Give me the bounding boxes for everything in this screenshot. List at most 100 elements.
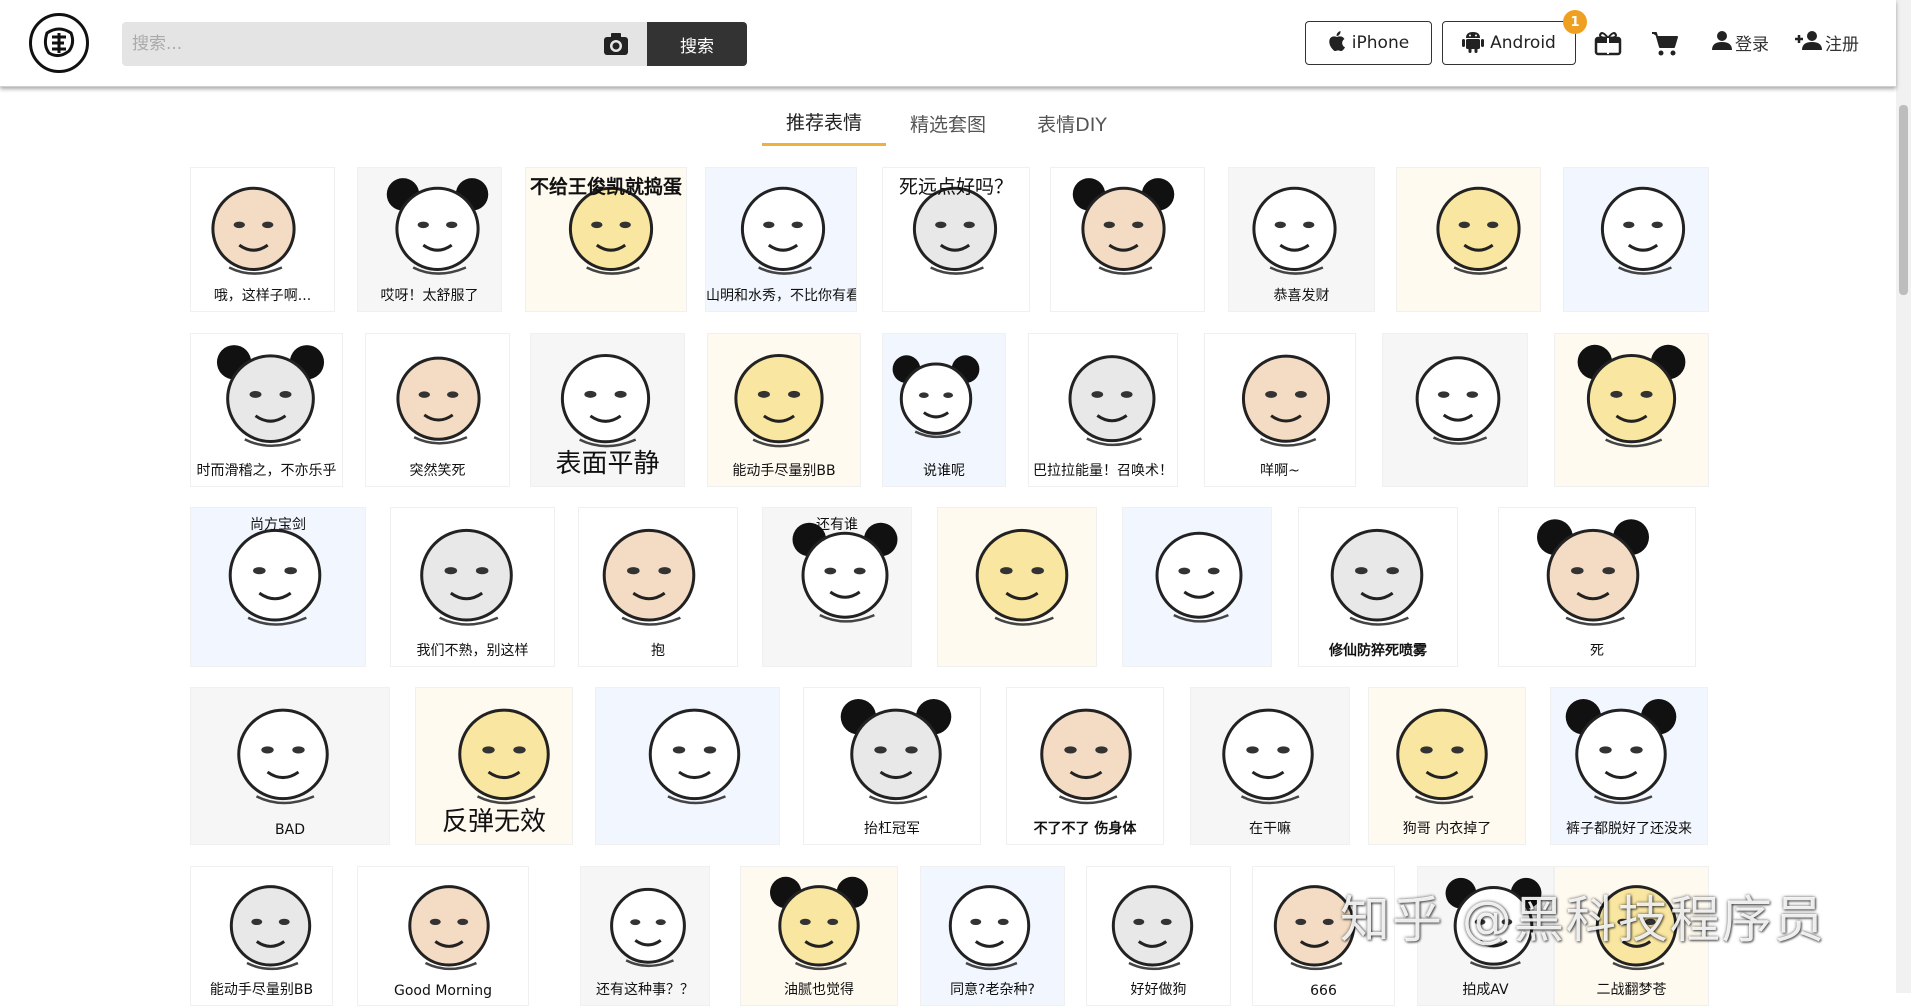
sticker-caption: 表面平静	[555, 449, 660, 479]
sticker-caption: 恭喜发财	[1273, 288, 1330, 304]
notification-badge: 1	[1563, 10, 1587, 34]
sticker-tile[interactable]: 山明和水秀，不比你有看头	[705, 167, 857, 312]
sticker-tile[interactable]	[1396, 167, 1541, 312]
sticker-caption: 哦，这样子啊...	[213, 288, 312, 304]
sticker-tile[interactable]: 突然笑死	[365, 333, 510, 487]
iphone-label: iPhone	[1351, 33, 1410, 53]
top-header: 搜索 iPhone Android 1	[0, 0, 1896, 87]
scrollbar[interactable]	[1896, 0, 1911, 993]
tab-diy[interactable]: 表情DIY	[1010, 100, 1134, 146]
sticker-caption: 拍成AV	[1462, 982, 1509, 998]
sticker-tile[interactable]: 反弹无效	[415, 687, 573, 845]
sticker-caption: 抱	[651, 643, 665, 659]
register-label: 注册	[1825, 35, 1859, 55]
sticker-caption: 在干嘛	[1249, 821, 1291, 837]
sticker-tile[interactable]: 还有谁	[762, 507, 912, 667]
sticker-tile[interactable]: 好好做狗	[1086, 866, 1231, 1006]
sticker-caption: 能动手尽量别BB	[209, 982, 314, 998]
add-user-icon	[1794, 30, 1822, 55]
sticker-tile[interactable]: 说谁呢	[882, 333, 1006, 487]
sticker-tile[interactable]: 同意?老杂种?	[920, 866, 1065, 1006]
android-label: Android	[1490, 33, 1556, 53]
tab-selected-sets[interactable]: 精选套图	[886, 100, 1010, 146]
sticker-tile[interactable]	[1382, 333, 1528, 487]
gift-box-icon[interactable]	[1594, 30, 1622, 60]
register-link[interactable]: 注册	[1794, 30, 1859, 55]
apple-icon	[1328, 30, 1346, 56]
sticker-tile[interactable]: 能动手尽量别BB	[707, 333, 861, 487]
sticker-caption: 咩啊~	[1260, 463, 1300, 479]
sticker-tile[interactable]: 哎呀！太舒服了	[357, 167, 502, 312]
sticker-tile[interactable]: 在干嘛	[1190, 687, 1350, 845]
sticker-tile[interactable]: 裤子都脱好了还没来	[1550, 687, 1708, 845]
sticker-caption: 巴拉拉能量！召唤术！	[1033, 463, 1173, 479]
sticker-tile[interactable]	[1050, 167, 1205, 312]
sticker-caption: 裤子都脱好了还没来	[1566, 821, 1692, 837]
sticker-caption: 还有谁	[816, 517, 858, 533]
sticker-tile[interactable]	[1122, 507, 1272, 667]
sticker-tile[interactable]: 表面平静	[530, 333, 685, 487]
sticker-caption: 说谁呢	[923, 463, 965, 479]
sticker-tile[interactable]: 我们不熟，别这样	[390, 507, 555, 667]
user-icon	[1712, 30, 1732, 55]
search-bar: 搜索	[122, 22, 747, 66]
sticker-caption: 突然笑死	[409, 463, 466, 479]
doutula-logo-icon[interactable]	[29, 13, 89, 73]
sticker-caption: 油腻也觉得	[784, 982, 854, 998]
sticker-tile[interactable]: 不给王俊凯就捣蛋	[525, 167, 687, 312]
sticker-tile[interactable]: 时而滑稽之，不亦乐乎	[190, 333, 343, 487]
watermark: 知乎 @黑科技程序员	[1340, 891, 1826, 949]
iphone-app-button[interactable]: iPhone	[1305, 21, 1432, 65]
sticker-caption: 不给王俊凯就捣蛋	[529, 176, 682, 198]
sticker-tile[interactable]: 能动手尽量别BB	[190, 866, 333, 1006]
android-icon	[1462, 29, 1485, 58]
sticker-caption: 能动手尽量别BB	[732, 463, 836, 479]
cart-icon[interactable]	[1651, 31, 1679, 61]
android-app-button[interactable]: Android	[1442, 21, 1576, 65]
sticker-tile[interactable]: 抱	[578, 507, 738, 667]
scrollbar-thumb[interactable]	[1899, 105, 1908, 295]
sticker-caption: 二战翻梦苍	[1596, 982, 1667, 998]
sticker-tile[interactable]: 不了不了 伤身体	[1006, 687, 1164, 845]
sticker-tile[interactable]: 油腻也觉得	[740, 866, 898, 1006]
sticker-caption: 哎呀！太舒服了	[380, 288, 479, 304]
sticker-tile[interactable]	[1554, 333, 1709, 487]
sticker-tile[interactable]	[1563, 167, 1709, 312]
sticker-tile[interactable]: 狗哥 内衣掉了	[1368, 687, 1526, 845]
sticker-tile[interactable]: 抬杠冠军	[803, 687, 981, 845]
sticker-caption: 尚方宝剑	[250, 517, 306, 533]
sticker-caption: 修仙防猝死喷雾	[1329, 643, 1427, 659]
sticker-caption: 死	[1590, 643, 1604, 659]
sticker-tile[interactable]: 死远点好吗？	[882, 167, 1030, 312]
sticker-caption: 好好做狗	[1130, 982, 1187, 998]
sticker-tile[interactable]: 哦，这样子啊...	[190, 167, 335, 312]
sticker-tile[interactable]: BAD	[190, 687, 390, 845]
login-link[interactable]: 登录	[1712, 30, 1769, 55]
sticker-caption: BAD	[275, 822, 305, 838]
sticker-caption: 我们不熟，别这样	[416, 643, 529, 659]
sticker-tile[interactable]: 死	[1498, 507, 1696, 667]
search-button[interactable]: 搜索	[647, 22, 747, 66]
sticker-tile[interactable]: 巴拉拉能量！召唤术！	[1028, 333, 1178, 487]
sticker-caption: 死远点好吗？	[898, 176, 1013, 198]
sticker-caption: 666	[1310, 983, 1337, 999]
sticker-tile[interactable]	[595, 687, 780, 845]
sticker-caption: 抬杠冠军	[864, 821, 920, 837]
sticker-caption: 不了不了 伤身体	[1033, 821, 1137, 837]
sticker-caption: 山明和水秀，不比你有看头	[706, 288, 856, 304]
sticker-tile[interactable]: 修仙防猝死喷雾	[1298, 507, 1458, 667]
login-label: 登录	[1735, 35, 1769, 55]
search-input[interactable]	[122, 22, 647, 66]
tab-bar: 推荐表情 精选套图 表情DIY	[762, 100, 1134, 148]
camera-icon[interactable]	[602, 31, 630, 57]
sticker-tile[interactable]: Good Morning	[357, 866, 529, 1006]
sticker-tile[interactable]: 尚方宝剑	[190, 507, 366, 667]
sticker-tile[interactable]: 咩啊~	[1204, 333, 1356, 487]
sticker-caption: 反弹无效	[441, 807, 546, 837]
sticker-caption: Good Morning	[394, 983, 492, 999]
sticker-tile[interactable]: 恭喜发财	[1228, 167, 1375, 312]
sticker-caption: 时而滑稽之，不亦乐乎	[196, 463, 337, 479]
sticker-tile[interactable]: 还有这种事？？	[580, 866, 710, 1006]
sticker-tile[interactable]	[937, 507, 1097, 667]
tab-recommended[interactable]: 推荐表情	[762, 100, 886, 146]
